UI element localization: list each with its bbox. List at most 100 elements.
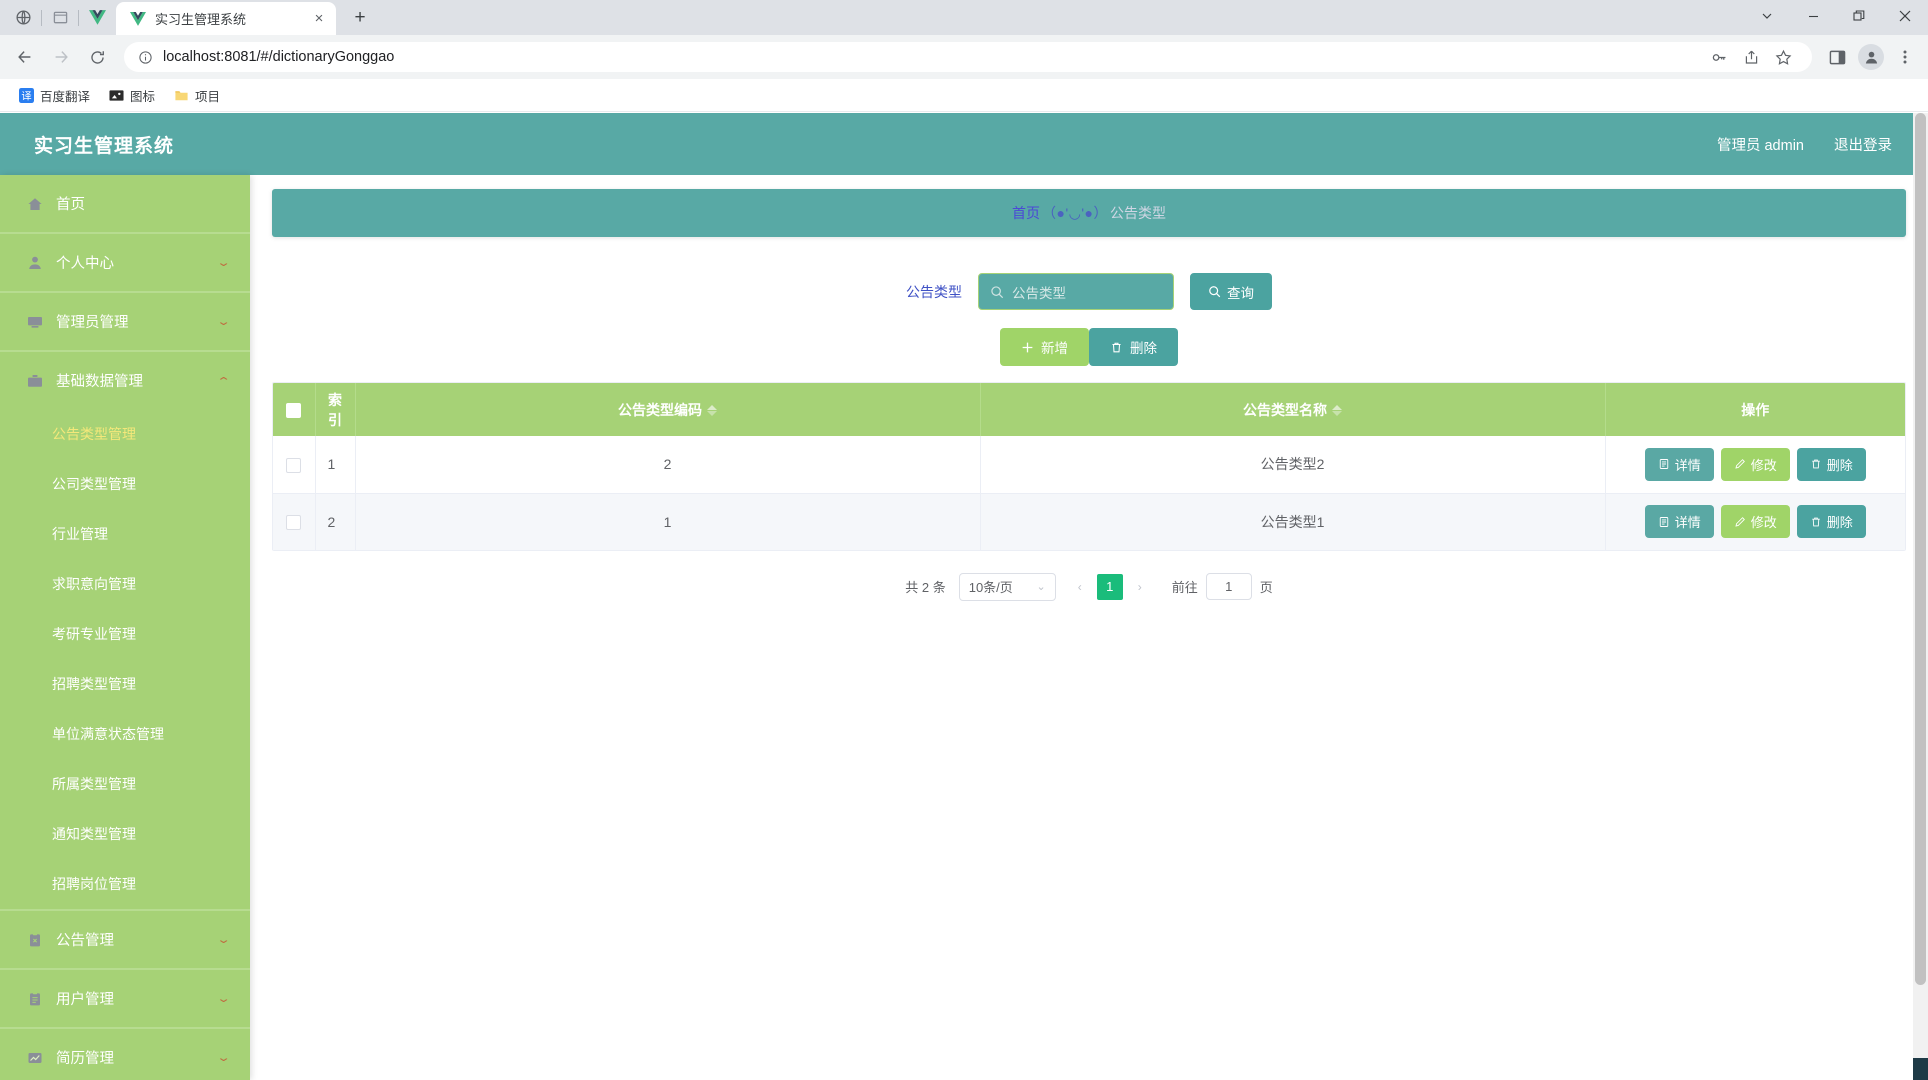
search-icon xyxy=(990,285,1004,299)
chevron-down-icon[interactable] xyxy=(1744,0,1790,32)
current-user-label: 管理员 admin xyxy=(1717,134,1804,155)
menu-dots-icon[interactable] xyxy=(1890,42,1920,72)
bookmark-baidu-translate[interactable]: 译 百度翻译 xyxy=(10,82,98,109)
share-icon[interactable] xyxy=(1736,42,1766,72)
column-header-code[interactable]: 公告类型编码 xyxy=(355,383,980,436)
star-icon[interactable] xyxy=(1768,42,1798,72)
folder-icon xyxy=(173,87,189,103)
sidebar-subitem-recruit-post[interactable]: 招聘岗位管理 xyxy=(0,859,250,909)
user-icon xyxy=(26,254,43,271)
row-delete-button[interactable]: 删除 xyxy=(1797,448,1866,481)
row-checkbox[interactable] xyxy=(286,458,301,473)
pagination-jumper: 前往 1 页 xyxy=(1172,573,1273,600)
row-index-cell: 1 xyxy=(315,436,355,493)
select-all-header[interactable] xyxy=(273,383,315,436)
column-header-name[interactable]: 公告类型名称 xyxy=(980,383,1605,436)
chevron-down-icon: ⌄ xyxy=(216,992,231,1005)
bookmark-project[interactable]: 项目 xyxy=(165,82,228,109)
profile-avatar-icon[interactable] xyxy=(1858,44,1884,70)
sidebar-subitem-belong-type[interactable]: 所属类型管理 xyxy=(0,759,250,809)
row-name-cell: 公告类型1 xyxy=(980,493,1605,550)
sidebar-subitem-job-intention[interactable]: 求职意向管理 xyxy=(0,559,250,609)
bookmark-icons[interactable]: 图标 xyxy=(100,82,163,109)
sidebar-subitem-satisfaction-status[interactable]: 单位满意状态管理 xyxy=(0,709,250,759)
search-input[interactable]: 公告类型 xyxy=(978,273,1174,310)
sort-icon[interactable] xyxy=(707,405,717,416)
row-checkbox[interactable] xyxy=(286,515,301,530)
sidebar-subitem-postgrad-major[interactable]: 考研专业管理 xyxy=(0,609,250,659)
column-header-index: 索引 xyxy=(315,383,355,436)
app-header: 实习生管理系统 管理员 admin 退出登录 xyxy=(0,113,1928,175)
document-icon xyxy=(1658,516,1670,528)
sidepanel-icon[interactable] xyxy=(1822,42,1852,72)
vue-logo-icon[interactable] xyxy=(82,2,112,34)
query-button[interactable]: 查询 xyxy=(1190,273,1272,310)
sidebar-item-resume-management[interactable]: 简历管理 ⌄ xyxy=(0,1029,250,1080)
breadcrumb-current: 公告类型 xyxy=(1110,203,1166,223)
address-bar[interactable]: localhost:8081/#/dictionaryGonggao xyxy=(124,42,1812,72)
row-detail-button[interactable]: 详情 xyxy=(1645,448,1714,481)
page-scrollbar[interactable] xyxy=(1913,113,1928,1080)
row-detail-button[interactable]: 详情 xyxy=(1645,505,1714,538)
page-size-select[interactable]: 10条/页 ⌄ xyxy=(959,573,1056,601)
sidebar-item-user-management[interactable]: 用户管理 ⌄ xyxy=(0,970,250,1027)
info-circle-icon[interactable] xyxy=(138,50,153,65)
sidebar-item-label: 公告管理 xyxy=(56,929,206,950)
new-tab-button[interactable]: + xyxy=(346,4,374,32)
browser-window: 实习生管理系统 × + xyxy=(0,0,1928,1080)
table-row: 2 1 公告类型1 详情 xyxy=(273,493,1905,550)
scrollbar-thumb[interactable] xyxy=(1915,113,1926,985)
browser-tab-active[interactable]: 实习生管理系统 × xyxy=(116,2,336,35)
svg-text:译: 译 xyxy=(21,90,31,102)
sidebar-subitem-announcement-type[interactable]: 公告类型管理 xyxy=(0,409,250,459)
back-button[interactable] xyxy=(8,40,42,74)
add-button[interactable]: 新增 xyxy=(1000,328,1089,366)
browser-toolbar: localhost:8081/#/dictionaryGonggao xyxy=(0,35,1928,79)
key-icon[interactable] xyxy=(1704,42,1734,72)
row-edit-button[interactable]: 修改 xyxy=(1721,505,1790,538)
sidebar-item-basic-data-management[interactable]: 基础数据管理 ⌄ xyxy=(0,352,250,409)
forward-button[interactable] xyxy=(44,40,78,74)
search-icon xyxy=(1208,285,1221,298)
minimize-icon[interactable] xyxy=(1790,0,1836,32)
pagination-prev-button[interactable]: ‹ xyxy=(1067,574,1093,600)
header-user-area: 管理员 admin 退出登录 xyxy=(1717,134,1892,155)
breadcrumb-home-link[interactable]: 首页 xyxy=(1012,203,1040,223)
query-button-label: 查询 xyxy=(1227,282,1254,302)
sidebar-subitem-notice-type[interactable]: 通知类型管理 xyxy=(0,809,250,859)
sidebar-group-user: 用户管理 ⌄ xyxy=(0,970,250,1029)
pagination-goto-input[interactable]: 1 xyxy=(1206,573,1252,600)
sidebar-item-home[interactable]: 首页 xyxy=(0,175,250,232)
close-window-icon[interactable] xyxy=(1882,0,1928,32)
sort-icon[interactable] xyxy=(1332,405,1342,416)
reload-button[interactable] xyxy=(80,40,114,74)
maximize-icon[interactable] xyxy=(1836,0,1882,32)
sidebar-item-label: 简历管理 xyxy=(56,1047,206,1068)
sidebar-item-personal-center[interactable]: 个人中心 ⌄ xyxy=(0,234,250,291)
row-select-cell[interactable] xyxy=(273,493,315,550)
row-select-cell[interactable] xyxy=(273,436,315,493)
sidebar-subitem-company-type[interactable]: 公司类型管理 xyxy=(0,459,250,509)
globe-icon[interactable] xyxy=(8,2,38,34)
sidebar-item-admin-management[interactable]: 管理员管理 ⌄ xyxy=(0,293,250,350)
pagination-page-1[interactable]: 1 xyxy=(1097,574,1123,600)
close-icon[interactable]: × xyxy=(310,10,328,28)
sidebar-subitem-recruit-type[interactable]: 招聘类型管理 xyxy=(0,659,250,709)
sidebar-item-announcement-management[interactable]: 公告管理 ⌄ xyxy=(0,911,250,968)
translate-icon: 译 xyxy=(18,87,34,103)
image-icon xyxy=(108,87,124,103)
row-edit-button[interactable]: 修改 xyxy=(1721,448,1790,481)
pagination-next-button[interactable]: › xyxy=(1127,574,1153,600)
breadcrumb: 首页 （●'◡'●） 公告类型 xyxy=(272,189,1906,237)
chevron-down-icon: ⌄ xyxy=(1037,580,1046,593)
sidebar-group-home: 首页 xyxy=(0,175,250,234)
logout-button[interactable]: 退出登录 xyxy=(1834,134,1892,155)
titlebar-system-icons xyxy=(0,0,116,35)
sidebar-subitem-industry[interactable]: 行业管理 xyxy=(0,509,250,559)
window-icon[interactable] xyxy=(45,2,75,34)
bookmark-label: 图标 xyxy=(130,86,155,105)
bulk-delete-button[interactable]: 删除 xyxy=(1089,328,1178,366)
pencil-icon xyxy=(1734,458,1746,470)
select-all-checkbox[interactable] xyxy=(286,403,301,418)
row-delete-button[interactable]: 删除 xyxy=(1797,505,1866,538)
